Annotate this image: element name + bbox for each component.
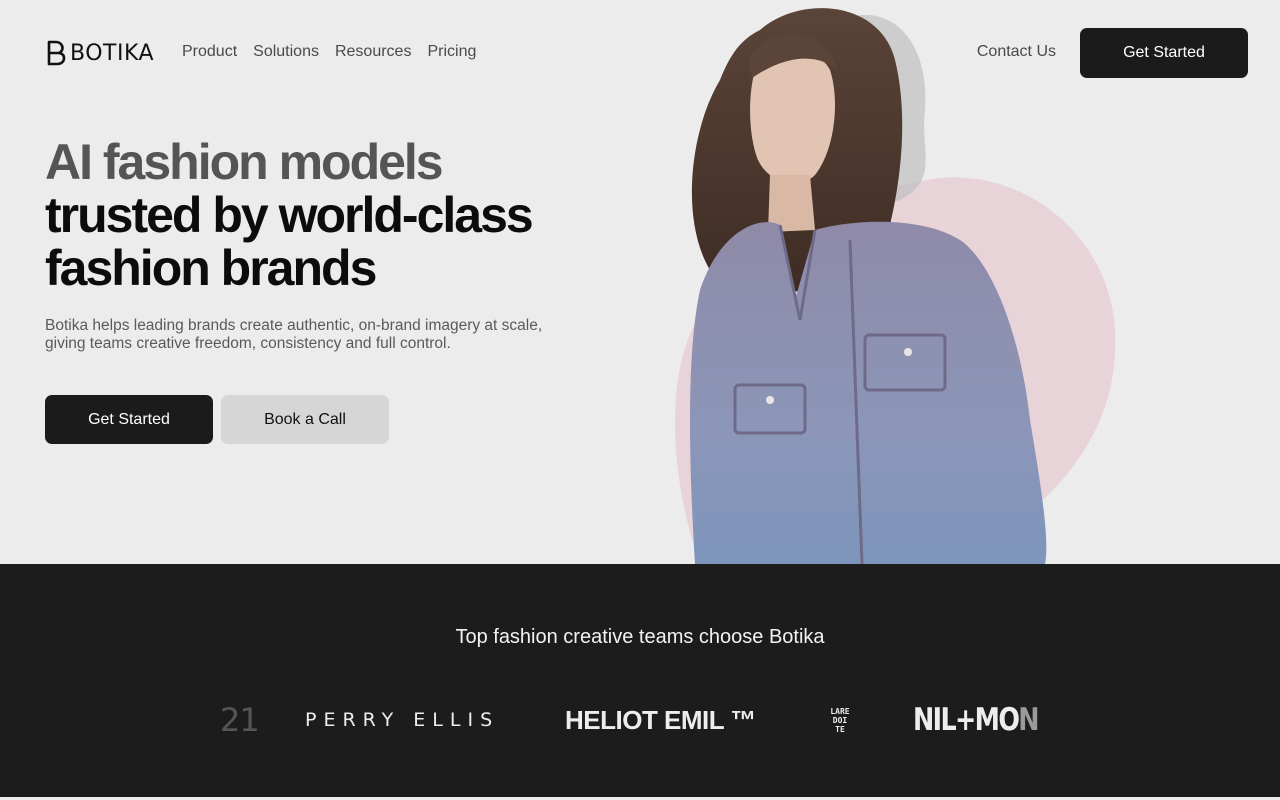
hero-headline: AI fashion models trusted by world-class… <box>45 134 534 296</box>
headline-line-2: trusted by world-class <box>45 187 534 243</box>
headline-line-3: fashion brands <box>45 240 377 296</box>
botika-logo[interactable]: BOTIKA <box>46 40 154 66</box>
logo-lare-line-3: TE <box>835 724 845 734</box>
botika-wordmark: BOTIKA <box>70 40 155 66</box>
nav-resources[interactable]: Resources <box>335 43 411 61</box>
headline-line-1: AI fashion models <box>45 134 444 190</box>
nav-solutions[interactable]: Solutions <box>253 43 319 61</box>
hero-model-image <box>640 0 1140 564</box>
logo-nil-mon-fade: N <box>1018 702 1039 738</box>
logo-lare-doite: LARE DOI TE <box>825 700 855 740</box>
logo-nil-mon-main: NIL+MO <box>913 702 1020 738</box>
logo-lare-line-1: LARE <box>830 706 850 716</box>
customer-logos-section: Top fashion creative teams choose Botika… <box>0 564 1280 797</box>
logo-perry-ellis: PERRY ELLIS <box>305 709 500 731</box>
nav-get-started-button[interactable]: Get Started <box>1080 28 1248 78</box>
botika-logo-icon <box>47 40 66 66</box>
logo-nil-mon: NIL+MO N <box>913 700 1040 740</box>
logo-21: 21 <box>220 701 260 739</box>
hero-get-started-button[interactable]: Get Started <box>45 395 213 444</box>
book-a-call-button[interactable]: Book a Call <box>221 395 389 444</box>
logos-row: 21 PERRY ELLIS HELIOT EMIL ™ LARE DOI TE… <box>0 700 1280 740</box>
logos-title: Top fashion creative teams choose Botika <box>455 626 825 648</box>
hero-subtext: Botika helps leading brands create authe… <box>45 317 543 352</box>
main-nav: Product Solutions Resources Pricing <box>182 43 476 61</box>
logo-heliot-emil: HELIOT EMIL ™ <box>565 704 756 735</box>
contact-us-link[interactable]: Contact Us <box>977 43 1056 61</box>
nav-pricing[interactable]: Pricing <box>427 43 476 61</box>
hero-section: BOTIKA Product Solutions Resources Prici… <box>0 0 1280 564</box>
logo-lare-line-2: DOI <box>832 715 848 725</box>
nav-product[interactable]: Product <box>182 43 237 61</box>
